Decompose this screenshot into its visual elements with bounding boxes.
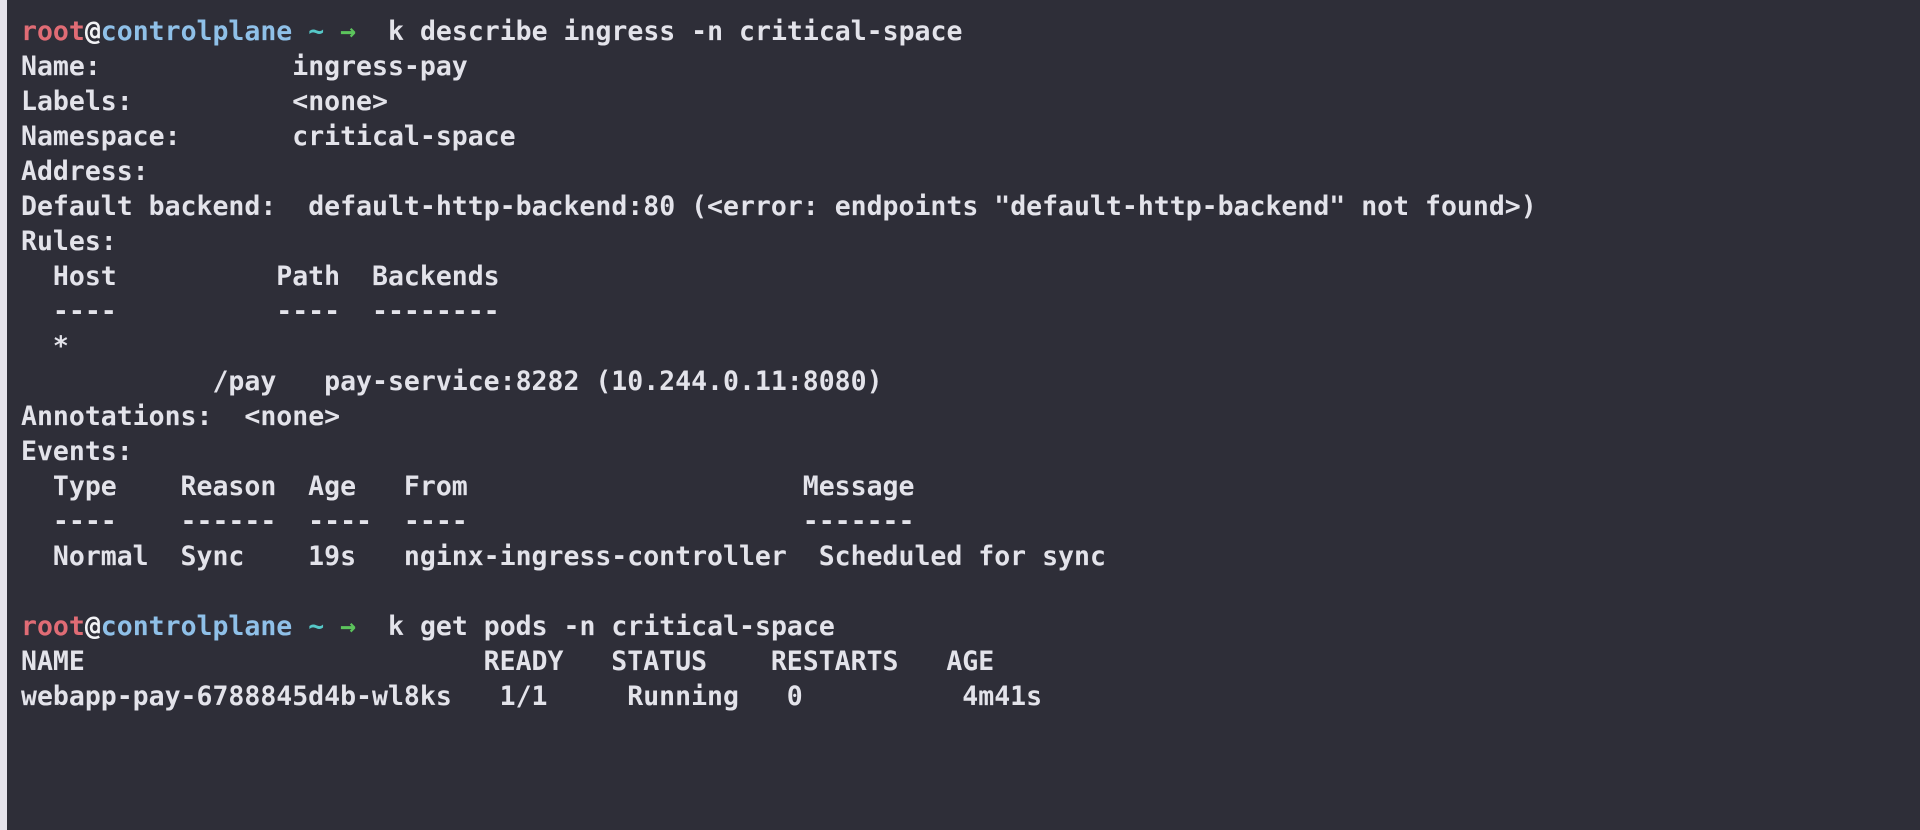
- annotations-row: Annotations: <none>: [21, 399, 1920, 434]
- pods-table-header: NAME READY STATUS RESTARTS AGE: [21, 646, 995, 677]
- prompt-arrow-icon: →: [340, 611, 357, 642]
- prompt-hostname: controlplane: [100, 16, 293, 47]
- field-value-namespace: critical-space: [292, 121, 516, 152]
- command-input-1[interactable]: k describe ingress -n critical-space: [388, 16, 962, 47]
- terminal-screen[interactable]: root@controlplane ~ → k describe ingress…: [7, 0, 1920, 830]
- prompt-at-symbol: @: [84, 16, 101, 47]
- rules-table-header: Host Path Backends: [21, 261, 500, 292]
- field-label-namespace: Namespace:: [21, 121, 181, 152]
- events-section-header: Events:: [21, 436, 133, 467]
- prompt-line-1: root@controlplane ~ → k describe ingress…: [21, 14, 1920, 49]
- terminal-window[interactable]: root@controlplane ~ → k describe ingress…: [0, 0, 1920, 830]
- prompt-working-directory: ~: [308, 611, 325, 642]
- annotations-value: <none>: [244, 401, 341, 432]
- field-pad-default-backend: [276, 191, 308, 222]
- prompt-user: root: [21, 611, 85, 642]
- field-value-labels: <none>: [292, 86, 388, 117]
- field-label-name: Name:: [21, 51, 101, 82]
- field-row-namespace: Namespace: critical-space: [21, 119, 1920, 154]
- events-table-header: Type Reason Age From Message: [21, 471, 915, 502]
- field-row-address: Address:: [21, 154, 1920, 189]
- rules-table-row-path: /pay pay-service:8282 (10.244.0.11:8080): [21, 366, 883, 397]
- field-label-address: Address:: [21, 156, 149, 187]
- rules-section-header: Rules:: [21, 226, 117, 257]
- field-label-labels: Labels:: [21, 86, 133, 117]
- field-label-default-backend: Default backend:: [21, 191, 277, 222]
- rules-table-row-host: *: [21, 331, 69, 362]
- rules-table-divider: ---- ---- --------: [21, 296, 500, 327]
- field-value-name: ingress-pay: [292, 51, 468, 82]
- field-row-default-backend: Default backend: default-http-backend:80…: [21, 189, 1920, 224]
- field-row-labels: Labels: <none>: [21, 84, 1920, 119]
- prompt-line-2: root@controlplane ~ → k get pods -n crit…: [21, 609, 1920, 644]
- events-table-row: Normal Sync 19s nginx-ingress-controller…: [21, 541, 1106, 572]
- field-pad-name: [101, 51, 292, 82]
- field-row-name: Name: ingress-pay: [21, 49, 1920, 84]
- field-pad-labels: [133, 86, 293, 117]
- prompt-arrow-icon: →: [340, 16, 357, 47]
- field-value-default-backend: default-http-backend:80 (<error: endpoin…: [308, 191, 1537, 222]
- terminal-left-border: [0, 0, 7, 830]
- field-pad-namespace: [181, 121, 293, 152]
- prompt-user: root: [21, 16, 85, 47]
- pods-table-row: webapp-pay-6788845d4b-wl8ks 1/1 Running …: [21, 681, 1043, 712]
- prompt-hostname: controlplane: [100, 611, 293, 642]
- prompt-at-symbol: @: [84, 611, 101, 642]
- command-input-2[interactable]: k get pods -n critical-space: [388, 611, 835, 642]
- prompt-working-directory: ~: [308, 16, 325, 47]
- events-table-divider: ---- ------ ---- ---- -------: [21, 506, 915, 537]
- annotations-label: Annotations:: [21, 401, 213, 432]
